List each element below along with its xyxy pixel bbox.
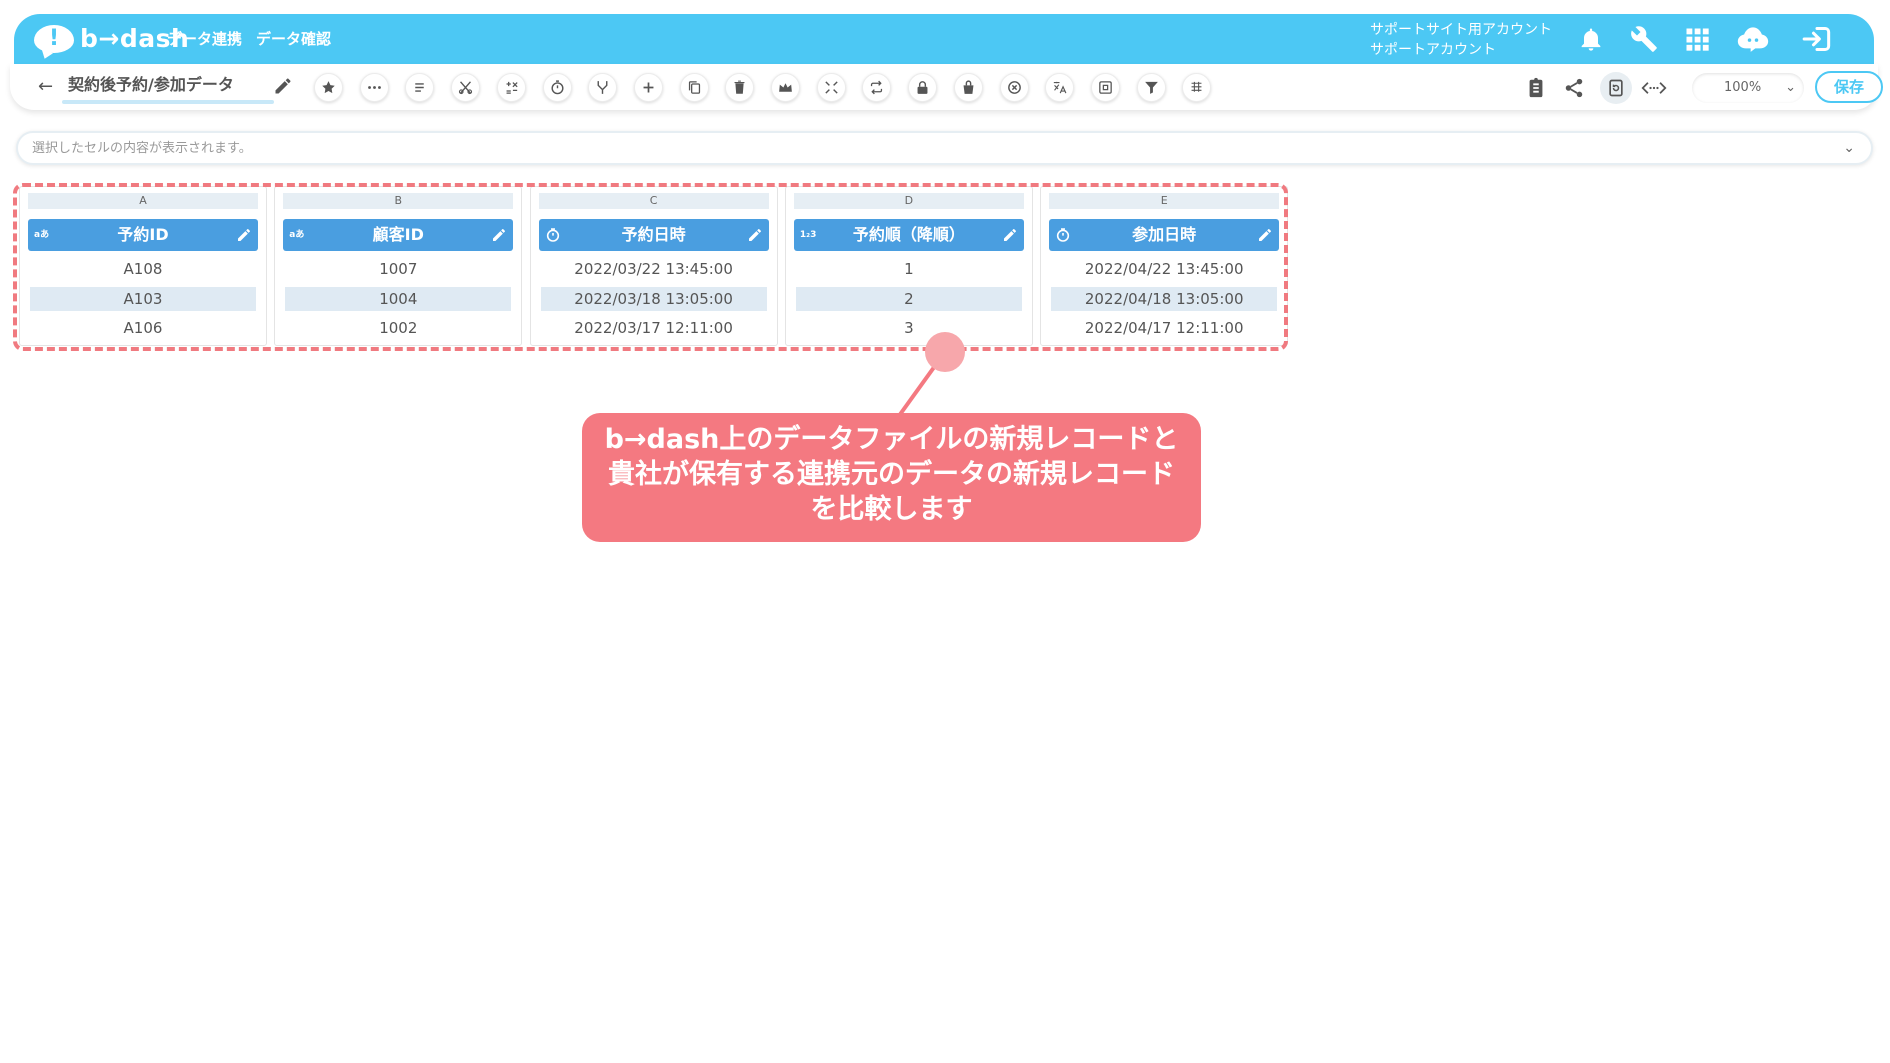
callout-line-2: 貴社が保有する連携元のデータの新規レコード [608,459,1175,490]
logout-icon[interactable] [1800,25,1834,53]
lock-tool-button[interactable] [908,73,938,102]
grid-icon [1191,81,1202,92]
repeat-tool-button[interactable] [862,73,892,102]
nav-data-integration[interactable]: データ連携 [167,29,242,49]
save-button[interactable]: 保存 [1815,71,1883,103]
close-circle-tool-button[interactable] [999,73,1029,102]
cell-content-bar[interactable]: 選択したセルの内容が表示されます。 ⌄ [16,131,1873,165]
account-info[interactable]: サポートサイト用アカウント サポートアカウント [1370,20,1552,60]
nav-data-confirmation[interactable]: データ確認 [256,29,331,49]
file-title: 契約後予約/参加データ [68,75,234,94]
list-icon [415,83,425,92]
copy-tool-button[interactable] [679,73,709,102]
callout-line-3: を比較します [810,494,973,525]
account-name: サポートサイト用アカウント [1370,22,1552,38]
callout-pointer-dot [925,332,965,372]
app-window: ! b→dash データ連携 データ確認 サポートサイト用アカウント サポートア… [0,0,1890,1063]
filter-tool-button[interactable] [1136,73,1166,102]
calc-tool-button[interactable] [496,73,526,102]
file-title-area[interactable]: 契約後予約/参加データ [62,74,274,104]
callout-line-1: b→dash上のデータファイルの新規レコードと [604,424,1179,455]
crown-tool-button[interactable] [771,73,800,102]
callout-box: b→dash上のデータファイルの新規レコードと 貴社が保有する連携元のデータの新… [582,413,1201,542]
zoom-value: 100% [1724,80,1762,95]
merge-icon [597,81,608,94]
timer-tool-button[interactable] [542,73,572,102]
frame-icon [1099,81,1112,94]
file-toolbar: ← 契約後予約/参加データ 100% ⌄ 保存 [10,64,1883,110]
filter-icon [1144,81,1158,94]
translate-icon [1054,81,1067,94]
bell-icon[interactable] [1576,25,1606,53]
code-icon[interactable] [1640,74,1668,102]
clipboard-icon[interactable] [1522,74,1550,102]
merge-tool-button[interactable] [588,73,618,102]
account-role: サポートアカウント [1370,42,1496,58]
copy-icon [688,81,700,94]
apps-grid-icon[interactable] [1682,25,1712,53]
wrench-icon[interactable] [1629,25,1659,53]
crown-icon [779,83,792,92]
plus-icon [643,82,654,93]
list-tool-button[interactable] [405,73,435,102]
trash-tool-button[interactable] [725,73,755,102]
repeat-icon [871,80,883,95]
star-tool-button[interactable] [314,73,343,102]
logo-bubble-icon: ! [34,25,74,53]
grid-tool-button[interactable] [1182,73,1212,102]
calc-icon [506,81,518,94]
trash-icon [734,80,745,94]
timer-icon [550,80,564,95]
top-header: ! b→dash データ連携 データ確認 サポートサイト用アカウント サポートア… [14,14,1874,64]
star-icon [322,81,335,94]
lock-icon [917,81,928,94]
translate-tool-button[interactable] [1045,73,1075,102]
more-tool-button[interactable] [359,73,389,102]
back-arrow-icon[interactable]: ← [38,76,53,98]
history-icon[interactable] [1600,72,1632,104]
zoom-select[interactable]: 100% ⌄ [1692,73,1804,103]
scissors-tool-button[interactable] [451,73,481,102]
chat-cloud-icon[interactable] [1736,25,1770,53]
cell-content-chevron-down-icon[interactable]: ⌄ [1843,139,1855,157]
highlight-dashed-frame [13,183,1288,351]
zoom-chevron-down-icon: ⌄ [1785,80,1796,95]
share-icon[interactable] [1560,74,1588,102]
more-icon [367,86,381,89]
title-underline [62,100,274,104]
bag-tool-button[interactable] [953,73,983,102]
plus-tool-button[interactable] [633,73,663,102]
close-circle-icon [1007,81,1021,94]
bag-icon [963,80,974,94]
expand-icon [825,81,838,94]
expand-tool-button[interactable] [816,73,846,102]
cell-content-placeholder: 選択したセルの内容が表示されます。 [32,141,252,156]
edit-title-pencil-icon[interactable] [273,76,293,96]
bdash-logo[interactable]: ! b→dash [34,23,189,55]
scissors-icon [459,81,473,95]
frame-tool-button[interactable] [1090,73,1120,102]
